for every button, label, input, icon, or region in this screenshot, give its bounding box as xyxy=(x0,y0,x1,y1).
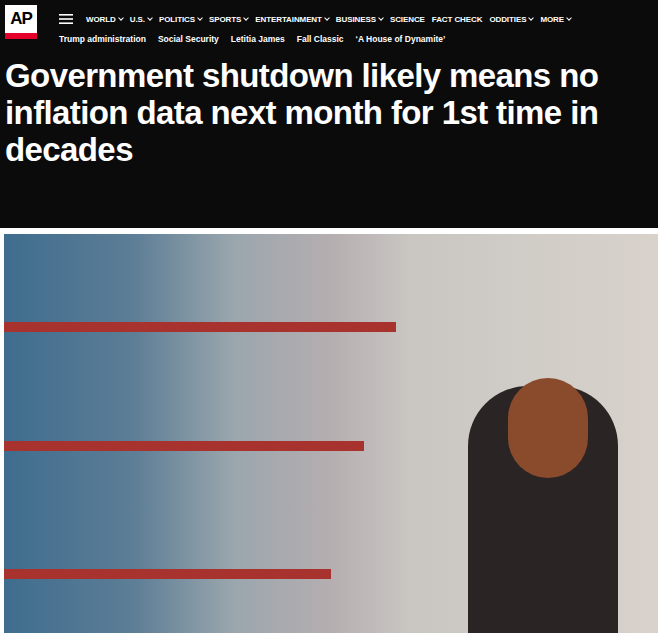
nav-item[interactable]: BUSINESS xyxy=(336,15,383,24)
nav-item[interactable]: MORE xyxy=(540,15,571,24)
hamburger-icon[interactable] xyxy=(59,14,73,24)
chevron-down-icon xyxy=(147,15,153,21)
chevron-down-icon xyxy=(529,15,535,21)
chevron-down-icon xyxy=(243,15,249,21)
trending-link[interactable]: Letitia James xyxy=(231,34,285,44)
main-nav: WORLD U.S. POLITICS SPORTS ENTERTAINMENT… xyxy=(59,5,658,24)
nav-item[interactable]: FACT CHECK xyxy=(432,15,483,24)
chevron-down-icon xyxy=(118,15,124,21)
photo-area xyxy=(0,228,658,633)
site-header: AP WORLD U.S. POLITICS SPORTS ENTERTAINM… xyxy=(0,0,658,228)
chevron-down-icon xyxy=(324,15,330,21)
trending-link[interactable]: Fall Classic xyxy=(297,34,344,44)
nav-item[interactable]: ENTERTAINMENT xyxy=(255,15,329,24)
article-page: AP WORLD U.S. POLITICS SPORTS ENTERTAINM… xyxy=(0,0,658,633)
chevron-down-icon xyxy=(378,15,384,21)
trending-bar: Trump administration Social Security Letit… xyxy=(59,34,658,44)
nav-item[interactable]: WORLD xyxy=(86,15,123,24)
chevron-down-icon xyxy=(197,15,203,21)
trending-link[interactable]: Trump administration xyxy=(59,34,146,44)
ap-logo[interactable]: AP xyxy=(5,5,37,39)
logo-red-bar xyxy=(5,33,37,39)
trending-link[interactable]: Social Security xyxy=(158,34,219,44)
nav-item[interactable]: U.S. xyxy=(130,15,152,24)
nav-item[interactable]: SCIENCE xyxy=(390,15,425,24)
nav-item[interactable]: ODDITIES xyxy=(489,15,533,24)
top-bar: AP WORLD U.S. POLITICS SPORTS ENTERTAINM… xyxy=(5,5,658,44)
chevron-down-icon xyxy=(566,15,572,21)
logo-text: AP xyxy=(10,10,32,27)
nav-item[interactable]: SPORTS xyxy=(209,15,248,24)
nav-area: WORLD U.S. POLITICS SPORTS ENTERTAINMENT… xyxy=(59,5,658,44)
trending-link[interactable]: ‘A House of Dynamite’ xyxy=(356,34,446,44)
lead-photo xyxy=(4,234,658,633)
nav-item[interactable]: POLITICS xyxy=(159,15,202,24)
headline: Government shutdown likely means no infl… xyxy=(5,58,652,169)
